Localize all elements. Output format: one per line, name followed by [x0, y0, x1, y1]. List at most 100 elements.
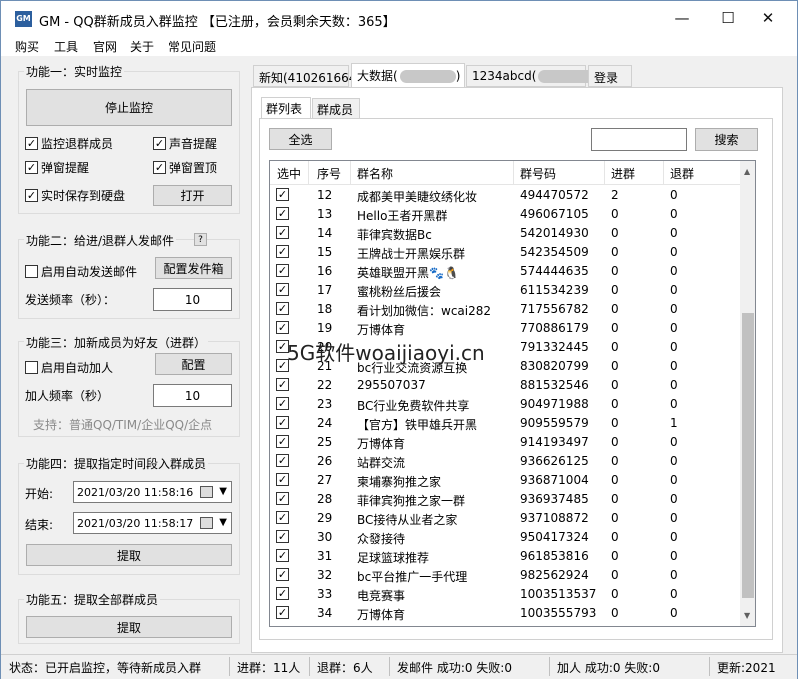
menu-buy[interactable]: 购买: [15, 38, 39, 55]
monitor-quit-checkbox[interactable]: ✓ 监控退群成员: [25, 135, 113, 152]
row-checkbox[interactable]: ✓: [276, 454, 289, 467]
popup-alert-checkbox[interactable]: ✓ 弹窗提醒: [25, 159, 89, 176]
row-checkbox[interactable]: ✓: [276, 435, 289, 448]
row-checkbox[interactable]: ✓: [276, 473, 289, 486]
tab-group-list[interactable]: 群列表: [261, 97, 311, 119]
end-datetime-picker[interactable]: 2021/03/20 11:58:17 ▼: [73, 512, 232, 534]
table-row[interactable]: ✓ 27 柬埔寨狗推之家 936871004 0 0: [270, 471, 740, 490]
menu-about[interactable]: 关于: [130, 38, 154, 55]
table-row[interactable]: ✓ 28 菲律宾狗推之家一群 936937485 0 0: [270, 490, 740, 509]
menu-tools[interactable]: 工具: [54, 38, 78, 55]
table-row[interactable]: ✓ 32 bc平台推广一手代理 982562924 0 0: [270, 566, 740, 585]
row-checkbox[interactable]: ✓: [276, 587, 289, 600]
row-checkbox[interactable]: ✓: [276, 530, 289, 543]
row-checkbox[interactable]: ✓: [276, 283, 289, 296]
open-button[interactable]: 打开: [153, 185, 232, 206]
extract-all-button[interactable]: 提取: [26, 616, 232, 638]
row-checkbox[interactable]: ✓: [276, 511, 289, 524]
cell-joined: 0: [611, 530, 619, 544]
row-checkbox[interactable]: ✓: [276, 188, 289, 201]
row-checkbox[interactable]: ✓: [276, 549, 289, 562]
table-row[interactable]: ✓ 24 【官方】铁甲雄兵开黑 909559579 0 1: [270, 414, 740, 433]
select-all-button[interactable]: 全选: [269, 128, 332, 150]
table-row[interactable]: ✓ 12 成都美甲美睫纹绣化妆 494470572 2 0: [270, 186, 740, 205]
column-divider[interactable]: [308, 161, 309, 185]
config-add-button[interactable]: 配置: [155, 353, 232, 375]
help-icon[interactable]: ?: [194, 233, 207, 246]
table-row[interactable]: ✓ 23 BC行业免费软件共享 904971988 0 0: [270, 395, 740, 414]
col-group-name[interactable]: 群名称: [357, 165, 393, 182]
cell-group-name: 菲律宾狗推之家一群: [357, 494, 466, 508]
table-row[interactable]: ✓ 25 万博体育 914193497 0 0: [270, 433, 740, 452]
menu-website[interactable]: 官网: [93, 38, 117, 55]
vertical-scrollbar[interactable]: ▲ ▼: [740, 161, 755, 626]
table-row[interactable]: ✓ 15 王牌战士开黑娱乐群 542354509 0 0: [270, 243, 740, 262]
tab-dashuju[interactable]: 大数据(): [351, 63, 465, 88]
group-list-table[interactable]: 选中 序号 群名称 群号码 进群 退群 ✓ 12 成都美甲美睫纹绣化妆 4944705…: [269, 160, 756, 627]
table-row[interactable]: ✓ 31 足球篮球推荐 961853816 0 0: [270, 547, 740, 566]
calendar-icon[interactable]: [200, 517, 213, 529]
table-row[interactable]: ✓ 14 菲律宾数据Bc 542014930 0 0: [270, 224, 740, 243]
close-button[interactable]: ✕: [745, 1, 791, 36]
menu-faq[interactable]: 常见问题: [168, 38, 216, 55]
tab-login[interactable]: 登录: [588, 65, 632, 87]
table-row[interactable]: ✓ 16 英雄联盟开黑🐾🐧 574444635 0 0: [270, 262, 740, 281]
table-row[interactable]: ✓ 26 站群交流 936626125 0 0: [270, 452, 740, 471]
scrollbar-thumb[interactable]: [742, 313, 754, 598]
row-checkbox[interactable]: ✓: [276, 397, 289, 410]
row-checkbox[interactable]: ✓: [276, 245, 289, 258]
calendar-icon[interactable]: [200, 486, 213, 498]
stop-monitor-button[interactable]: 停止监控: [26, 89, 232, 126]
table-row[interactable]: ✓ 13 Hello王者开黑群 496067105 0 0: [270, 205, 740, 224]
col-index[interactable]: 序号: [317, 165, 341, 182]
tab-group-members[interactable]: 群成员: [312, 98, 360, 119]
chevron-down-icon[interactable]: ▼: [219, 486, 227, 497]
column-divider[interactable]: [513, 161, 514, 185]
popup-topmost-checkbox[interactable]: ✓ 弹窗置顶: [153, 159, 217, 176]
add-freq-input[interactable]: 10: [153, 384, 232, 407]
row-checkbox[interactable]: ✓: [276, 416, 289, 429]
monitor-quit-label: 监控退群成员: [41, 137, 114, 151]
func5-title: 功能五：提取全部群成员: [24, 591, 161, 608]
row-checkbox[interactable]: ✓: [276, 378, 289, 391]
row-checkbox[interactable]: ✓: [276, 264, 289, 277]
scroll-down-icon[interactable]: ▼: [744, 611, 750, 620]
search-input[interactable]: [591, 128, 687, 151]
table-row[interactable]: ✓ 17 蜜桃粉丝后援会 611534239 0 0: [270, 281, 740, 300]
table-row[interactable]: ✓ 22 295507037 881532546 0 0: [270, 376, 740, 395]
start-datetime-picker[interactable]: 2021/03/20 11:58:16 ▼: [73, 481, 232, 503]
auto-add-checkbox[interactable]: 启用自动加人: [25, 359, 113, 376]
save-to-disk-checkbox[interactable]: ✓ 实时保存到硬盘: [25, 187, 125, 204]
col-joined[interactable]: 进群: [611, 165, 635, 182]
column-divider[interactable]: [350, 161, 351, 185]
row-checkbox[interactable]: ✓: [276, 302, 289, 315]
col-quit[interactable]: 退群: [670, 165, 694, 182]
config-mailbox-button[interactable]: 配置发件箱: [155, 257, 232, 279]
table-row[interactable]: ✓ 18 看计划加微信：wcai282 717556782 0 0: [270, 300, 740, 319]
tab-1234abcd[interactable]: 1234abcd(): [466, 65, 599, 87]
col-group-id[interactable]: 群号码: [520, 165, 556, 182]
table-row[interactable]: ✓ 33 电竞赛事 1003513537 0 0: [270, 585, 740, 604]
sound-alert-checkbox[interactable]: ✓ 声音提醒: [153, 135, 217, 152]
auto-send-mail-checkbox[interactable]: 启用自动发送邮件: [25, 263, 137, 280]
table-row[interactable]: ✓ 29 BC接待从业者之家 937108872 0 0: [270, 509, 740, 528]
chevron-down-icon[interactable]: ▼: [219, 517, 227, 528]
row-checkbox[interactable]: ✓: [276, 568, 289, 581]
scroll-up-icon[interactable]: ▲: [744, 167, 750, 176]
col-selected[interactable]: 选中: [277, 165, 301, 182]
row-checkbox[interactable]: ✓: [276, 606, 289, 619]
row-checkbox[interactable]: ✓: [276, 226, 289, 239]
minimize-button[interactable]: —: [659, 1, 705, 36]
search-button[interactable]: 搜索: [695, 128, 758, 151]
table-row[interactable]: ✓ 30 众發接待 950417324 0 0: [270, 528, 740, 547]
send-freq-input[interactable]: 10: [153, 288, 232, 311]
table-row[interactable]: ✓ 19 万博体育 770886179 0 0: [270, 319, 740, 338]
column-divider[interactable]: [604, 161, 605, 185]
tab-xinzhi[interactable]: 新知(410261664): [253, 65, 361, 87]
row-checkbox[interactable]: ✓: [276, 321, 289, 334]
table-row[interactable]: ✓ 34 万博体育 1003555793 0 0: [270, 604, 740, 623]
extract-range-button[interactable]: 提取: [26, 544, 232, 566]
row-checkbox[interactable]: ✓: [276, 207, 289, 220]
column-divider[interactable]: [663, 161, 664, 185]
row-checkbox[interactable]: ✓: [276, 492, 289, 505]
